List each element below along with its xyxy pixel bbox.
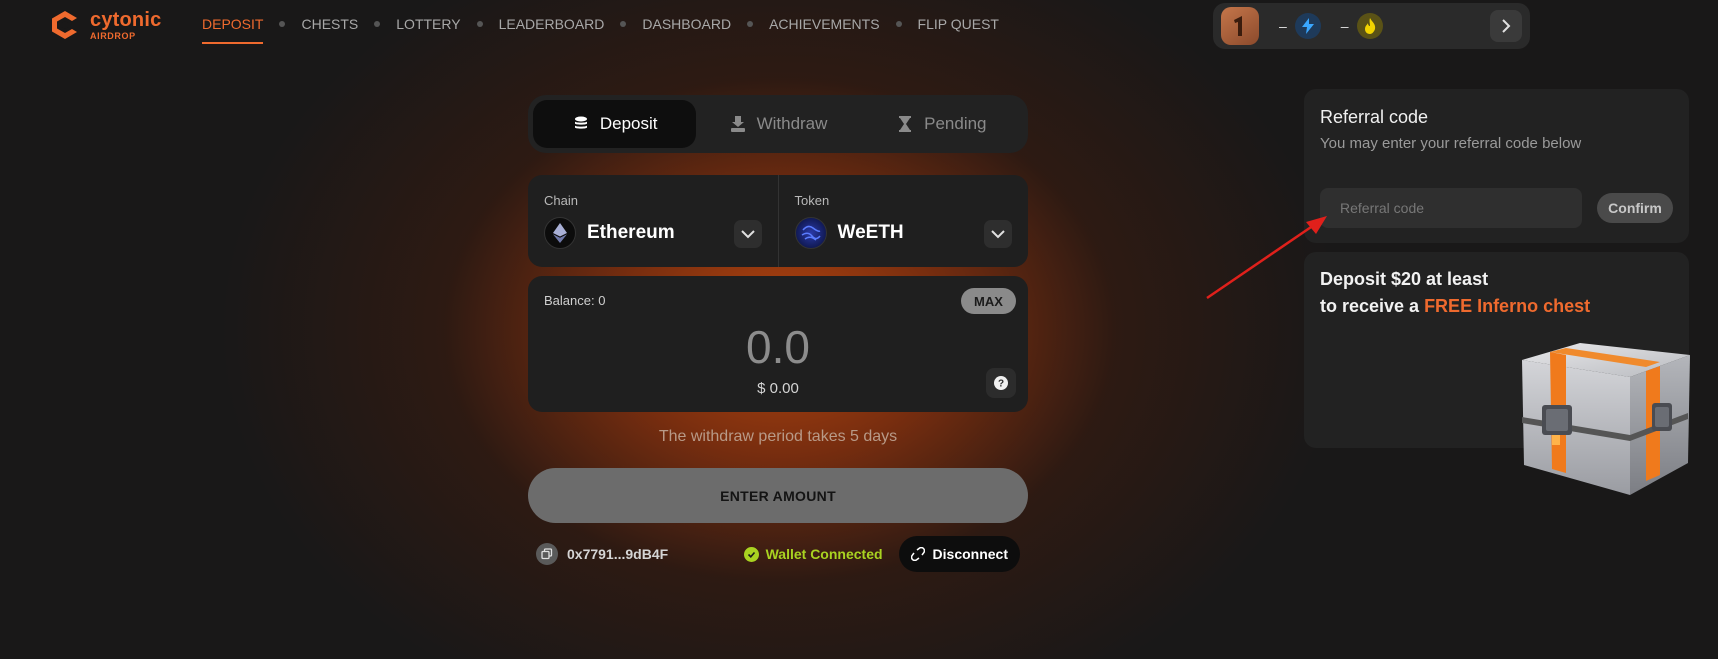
coins-icon [574,116,587,129]
tab-pending-label: Pending [924,114,987,133]
chain-select[interactable]: Chain Ethereum [528,175,778,267]
deposit-tabs: Deposit Withdraw Pending [528,95,1028,153]
nav-separator [374,21,381,27]
nav-separator [279,21,286,27]
brand-logo[interactable]: cytonic AIRDROP [48,8,161,42]
amount-panel: Balance: 0 MAX 0.0 $ 0.00 ? [528,276,1028,412]
main-nav: DEPOSIT CHESTS LOTTERY LEADERBOARD DASHB… [202,16,999,44]
chain-value: Ethereum [587,222,675,243]
tab-deposit-label: Deposit [599,114,658,133]
nav-item-achievements[interactable]: ACHIEVEMENTS [769,16,879,44]
tab-withdraw-label: Withdraw [756,114,828,133]
promo-line-1: Deposit $20 at least [1320,269,1489,289]
referral-code-input[interactable] [1320,188,1582,228]
referral-title: Referral code [1320,107,1429,127]
check-icon [743,546,759,562]
wallet-status: Wallet Connected [743,546,883,562]
inferno-chest-image [1522,343,1690,495]
fire-value: – [1340,18,1349,34]
nav-item-flip-quest[interactable]: FLIP QUEST [918,16,999,44]
lightning-icon [1294,13,1321,39]
asset-selector: Chain Ethereum Token WeETH [528,175,1028,267]
annotation-arrow [1206,216,1327,300]
user-status-bar: – – [1213,3,1530,49]
chevron-right-icon [1502,19,1511,33]
disconnect-label: Disconnect [932,546,1008,562]
energy-stat: – [1279,13,1321,39]
withdraw-icon [730,116,745,132]
flame-icon [1356,13,1383,39]
promo-line-2: to receive a FREE Inferno chest [1320,293,1673,320]
copy-icon[interactable] [536,543,558,565]
wallet-address-text: 0x7791...9dB4F [567,546,669,562]
nav-separator [895,21,902,27]
token-label: Token [794,193,830,208]
brand-sub: AIRDROP [90,30,136,41]
nav-item-lottery[interactable]: LOTTERY [396,16,460,44]
nav-item-leaderboard[interactable]: LEADERBOARD [499,16,605,44]
referral-card: Referral code You may enter your referra… [1304,89,1689,243]
fire-stat: – [1341,13,1383,39]
token-value: WeETH [837,222,904,243]
user-avatar[interactable] [1221,7,1259,45]
wallet-row: 0x7791...9dB4F Wallet Connected Disconne… [536,536,1020,572]
ethereum-icon [544,217,576,249]
withdraw-period-notice: The withdraw period takes 5 days [658,428,898,445]
wallet-address[interactable]: 0x7791...9dB4F [536,543,668,565]
question-icon: ? [994,376,1008,390]
status-next-button[interactable] [1490,10,1522,42]
referral-subtitle: You may enter your referral code below [1320,135,1582,152]
unlink-icon [910,547,925,561]
disconnect-button[interactable]: Disconnect [898,536,1020,572]
promo-accent: FREE Inferno chest [1424,296,1591,316]
chevron-down-icon [991,230,1005,239]
nav-separator [476,21,483,27]
cytonic-logo-icon [52,11,77,39]
chain-dropdown-button[interactable] [733,220,762,248]
token-dropdown-button[interactable] [984,220,1012,248]
balance-text: Balance: 0 [544,293,606,308]
tab-deposit[interactable]: Deposit [533,100,697,148]
promo-line-2-prefix: to receive a [1320,296,1425,316]
energy-value: – [1279,18,1287,34]
amount-usd-value: $ 0.00 [757,380,799,397]
token-select[interactable]: Token WeETH [777,175,1029,267]
nav-item-deposit[interactable]: DEPOSIT [202,16,264,44]
enter-amount-button[interactable]: ENTER AMOUNT [528,468,1028,523]
tab-withdraw[interactable]: Withdraw [696,100,859,148]
rank-icon [1234,16,1242,36]
nav-item-chests[interactable]: CHESTS [301,16,358,44]
confirm-button[interactable]: Confirm [1597,193,1673,223]
hourglass-icon [899,116,912,132]
nav-separator [620,21,627,27]
weeth-icon [794,217,827,249]
svg-text:?: ? [998,379,1004,390]
help-button[interactable]: ? [986,368,1016,398]
nav-separator [747,21,754,27]
max-button[interactable]: MAX [961,288,1016,314]
amount-input[interactable]: 0.0 [528,320,1028,374]
chain-label: Chain [544,193,578,208]
nav-item-dashboard[interactable]: DASHBOARD [642,16,731,44]
chevron-down-icon [740,230,755,239]
wallet-status-text: Wallet Connected [765,546,883,562]
brand-name: cytonic [90,8,162,31]
tab-pending[interactable]: Pending [860,100,1023,148]
